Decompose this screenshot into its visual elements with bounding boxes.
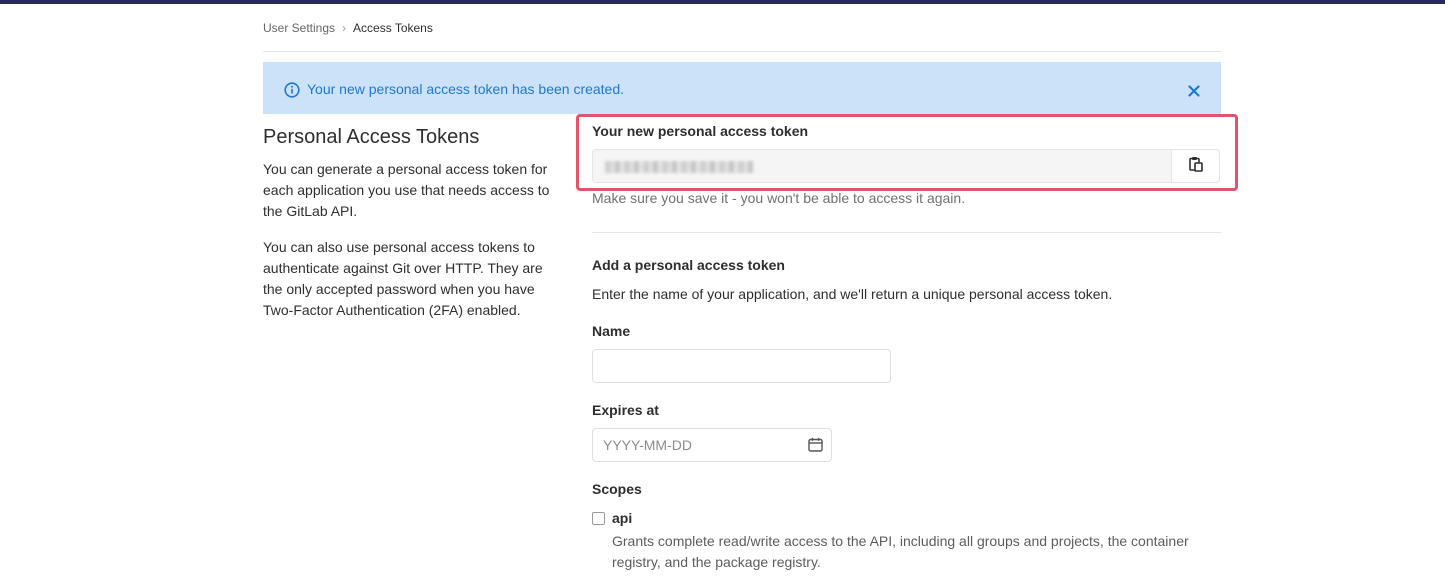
- token-help-text: Make sure you save it - you won't be abl…: [592, 190, 966, 206]
- name-input[interactable]: [592, 349, 891, 383]
- expires-at-label: Expires at: [592, 402, 659, 418]
- scope-api-checkbox[interactable]: [592, 512, 605, 525]
- page-title: Personal Access Tokens: [263, 126, 480, 148]
- scopes-label: Scopes: [592, 481, 642, 497]
- flash-notice: Your new personal access token has been …: [263, 62, 1221, 114]
- calendar-icon[interactable]: [808, 437, 823, 457]
- breadcrumb-item-access-tokens[interactable]: Access Tokens: [353, 21, 433, 35]
- breadcrumb-item-user-settings[interactable]: User Settings: [263, 21, 335, 35]
- info-circle-icon: [284, 82, 300, 103]
- expires-at-field: [592, 428, 832, 462]
- expires-at-input[interactable]: [592, 428, 832, 462]
- top-navbar: [0, 0, 1445, 4]
- sidebar-description: You can generate a personal access token…: [263, 161, 550, 219]
- token-highlight-annotation: [576, 114, 1238, 191]
- close-icon[interactable]: [1188, 84, 1200, 102]
- settings-sidebar: Personal Access Tokens You can generate …: [263, 124, 563, 318]
- sidebar-description-2fa: You can also use personal access tokens …: [263, 239, 543, 318]
- add-token-title: Add a personal access token: [592, 257, 785, 273]
- breadcrumb: User Settings › Access Tokens: [263, 21, 433, 35]
- scope-api-description: Grants complete read/write access to the…: [612, 533, 1189, 570]
- add-token-description: Enter the name of your application, and …: [592, 286, 1113, 302]
- breadcrumb-separator-icon: ›: [342, 21, 347, 35]
- scope-api-label[interactable]: api: [612, 510, 632, 526]
- name-label: Name: [592, 323, 631, 339]
- divider: [263, 51, 1221, 52]
- flash-message: Your new personal access token has been …: [307, 81, 625, 97]
- divider: [592, 232, 1221, 233]
